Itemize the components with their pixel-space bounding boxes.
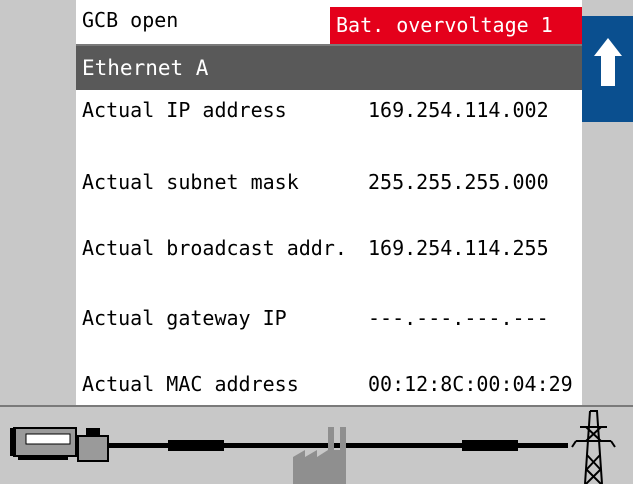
row-value: 00:12:8C:00:04:29 (368, 372, 573, 396)
single-line-diagram (0, 405, 633, 484)
row-broadcast-address: Actual broadcast addr. 169.254.114.255 (76, 228, 582, 272)
status-bar: GCB open Bat. overvoltage 1 (76, 0, 582, 46)
busbar-left (108, 443, 168, 448)
row-label: Actual broadcast addr. (82, 236, 347, 260)
row-value: ---.---.---.--- (368, 306, 549, 330)
row-subnet-mask: Actual subnet mask 255.255.255.000 (76, 162, 582, 206)
back-arrow-icon (594, 38, 622, 86)
main-panel: GCB open Bat. overvoltage 1 Ethernet A A… (76, 0, 582, 405)
row-label: Actual subnet mask (82, 170, 299, 194)
generator-icon (10, 427, 109, 462)
alarm-text: Bat. overvoltage 1 (336, 13, 553, 37)
power-pylon-icon (571, 410, 616, 484)
left-margin (0, 0, 76, 405)
factory-icon (293, 427, 346, 484)
row-label: Actual gateway IP (82, 306, 287, 330)
row-mac-address: Actual MAC address 00:12:8C:00:04:29 (76, 364, 582, 408)
row-gateway-ip: Actual gateway IP ---.---.---.--- (76, 298, 582, 342)
alarm-badge[interactable]: Bat. overvoltage 1 (330, 7, 582, 44)
breaker-gcb (168, 440, 224, 451)
breaker-mcb (462, 440, 518, 451)
busbar-right (518, 443, 568, 448)
row-value: 169.254.114.255 (368, 236, 549, 260)
gcb-status: GCB open (82, 8, 179, 32)
back-button[interactable] (582, 16, 633, 122)
section-title: Ethernet A (82, 56, 209, 80)
row-label: Actual IP address (82, 98, 287, 122)
row-label: Actual MAC address (82, 372, 299, 396)
row-value: 169.254.114.002 (368, 98, 549, 122)
section-header: Ethernet A (76, 46, 582, 90)
row-ip-address: Actual IP address 169.254.114.002 (76, 90, 582, 134)
row-value: 255.255.255.000 (368, 170, 549, 194)
